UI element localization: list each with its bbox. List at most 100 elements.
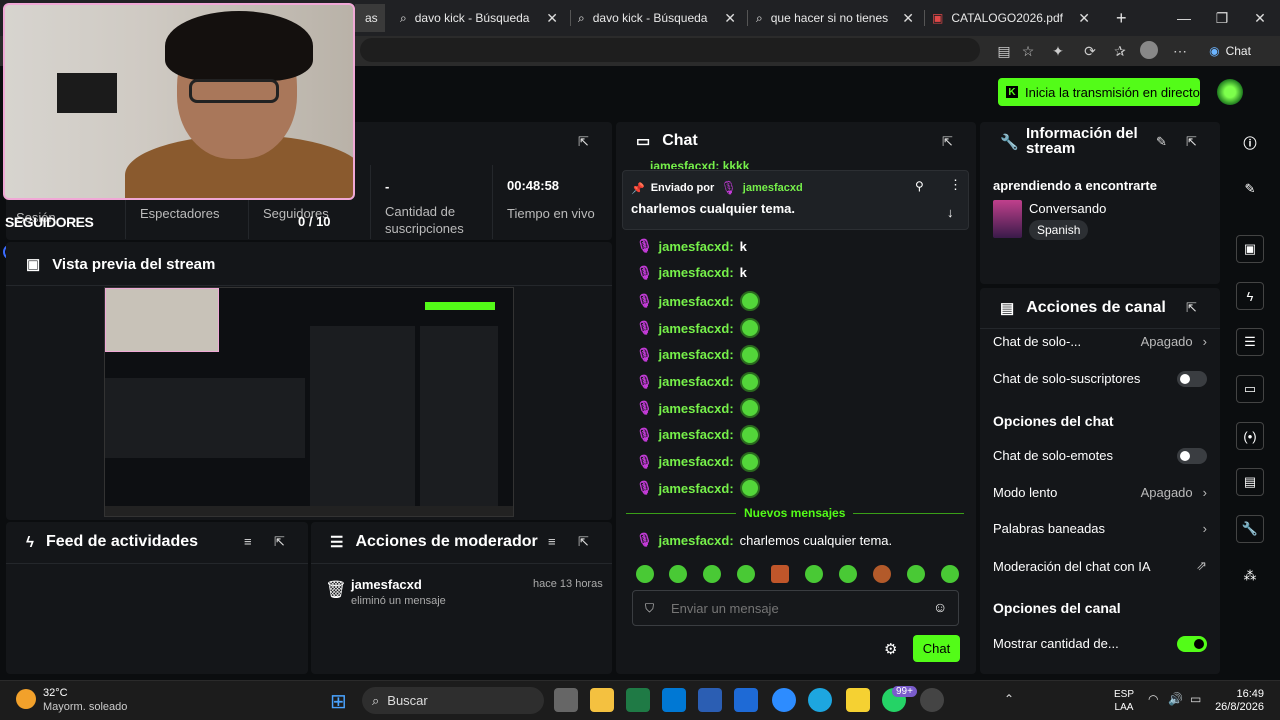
banned-words-row[interactable]: Palabras baneadas › [993,521,1207,536]
popout-icon[interactable]: ⇱ [578,534,589,550]
chat-input[interactable] [671,597,921,619]
reader-icon[interactable]: ▤ [994,41,1014,61]
popout-icon[interactable]: ⇱ [274,534,285,550]
store-icon[interactable] [662,688,686,712]
send-chat-button[interactable]: Chat [913,635,960,662]
arrow-down-icon[interactable]: ↓ [947,205,954,220]
filter-icon[interactable]: ≡ [548,534,556,549]
preview-icon[interactable]: ▣ [1236,235,1264,263]
emote-icon[interactable] [771,565,789,583]
chat-user[interactable]: jamesfacxd: [659,427,734,442]
emote-icon[interactable] [737,565,755,583]
extensions-icon[interactable]: ✦ [1048,41,1068,61]
category-name[interactable]: Conversando [1029,201,1106,216]
emote-icon[interactable] [907,565,925,583]
more-icon[interactable]: ⋯ [1170,41,1190,61]
chevron-up-icon[interactable]: ⌃ [1004,692,1014,706]
emote-icon[interactable] [941,565,959,583]
edit-icon[interactable]: ✎ [1156,134,1167,150]
popout-icon[interactable]: ⇱ [578,134,589,150]
windows-start-icon[interactable]: ⊞ [330,689,347,714]
word-icon[interactable] [698,688,722,712]
chat-user[interactable]: jamesfacxd: [659,239,734,254]
stream-preview[interactable] [104,287,514,517]
emote-icon[interactable] [636,565,654,583]
chat-user[interactable]: jamesfacxd: [659,533,734,548]
close-icon[interactable]: ✕ [546,10,558,27]
favorites-bar-icon[interactable]: ✰ [1110,41,1130,61]
close-icon[interactable]: ✕ [1078,10,1090,27]
file-explorer-icon[interactable] [590,688,614,712]
server-icon[interactable]: ▤ [1236,468,1264,496]
ai-moderation-row[interactable]: Moderación del chat con IA ⇗ [993,558,1207,574]
slow-mode-row[interactable]: Modo lento Apagado › [993,485,1207,500]
battery-icon[interactable]: ▭ [1190,692,1201,706]
chat-user[interactable]: jamesfacxd: [659,374,734,389]
mod-action-user[interactable]: jamesfacxd [351,577,422,592]
user-avatar[interactable] [1217,79,1243,105]
chat-user[interactable]: jamesfacxd: [659,321,734,336]
favorite-icon[interactable]: ☆ [1018,41,1038,61]
close-icon[interactable]: ✕ [902,10,914,27]
emote-icon[interactable] [839,565,857,583]
minimize-button[interactable]: — [1164,0,1204,36]
split-icon[interactable]: ⟳ [1080,41,1100,61]
task-view-icon[interactable] [554,688,578,712]
chat-user[interactable]: jamesfacxd: [659,481,734,496]
edge-icon[interactable] [808,688,832,712]
sticky-notes-icon[interactable] [846,688,870,712]
chat-user[interactable]: jamesfacxd: [659,265,734,280]
zoom-icon[interactable] [772,688,796,712]
emote-icon[interactable] [873,565,891,583]
clock[interactable]: 16:49 26/8/2026 [1214,688,1264,714]
popout-icon[interactable]: ⇱ [1186,300,1197,316]
broadcast-icon[interactable]: (•) [1236,422,1264,450]
profile-icon[interactable] [1140,41,1158,59]
close-window-button[interactable]: ✕ [1240,0,1280,36]
close-icon[interactable]: ✕ [724,10,736,27]
pinned-user[interactable]: jamesfacxd [743,182,803,194]
emote-only-toggle[interactable] [1177,448,1207,464]
tab-search-3[interactable]: ⌕ que hacer si no tienes una ide ✕ [746,4,924,32]
outlook-icon[interactable] [734,688,758,712]
tab-search-2[interactable]: ⌕ davo kick - Búsqueda ✕ [568,4,746,32]
weather-temp[interactable]: 32°C [43,687,68,699]
unpin-icon[interactable]: ⚲ [915,179,924,193]
filter-icon[interactable]: ≡ [244,534,252,549]
chat-user[interactable]: jamesfacxd: [659,454,734,469]
maximize-button[interactable]: ❐ [1202,0,1242,36]
go-live-button[interactable]: K Inicia la transmisión en directo [998,78,1200,106]
followers-only-row[interactable]: Chat de solo-... Apagado › [993,334,1207,349]
excel-icon[interactable] [626,688,650,712]
taskbar-search[interactable]: ⌕ Buscar [362,687,544,714]
popout-icon[interactable]: ⇱ [942,134,953,150]
address-field[interactable] [360,38,980,62]
copilot-button[interactable]: ◉ Chat [1202,41,1258,61]
wrench-icon[interactable]: 🔧 [1236,515,1264,543]
volume-icon[interactable]: 🔊 [1168,692,1183,706]
subscribers-only-toggle[interactable] [1177,371,1207,387]
wifi-icon[interactable]: ◠ [1148,692,1158,706]
info-icon[interactable]: ⓘ [1236,128,1264,156]
emote-icon[interactable] [669,565,687,583]
popout-icon[interactable]: ⇱ [1186,134,1197,150]
chat-user[interactable]: jamesfacxd: [659,347,734,362]
emote-icon[interactable] [805,565,823,583]
tab-kick[interactable]: as [355,4,385,32]
more-icon[interactable]: ⋮ [949,177,962,193]
chat-user[interactable]: jamesfacxd: [659,401,734,416]
tab-search-1[interactable]: ⌕ davo kick - Búsqueda ✕ [390,4,568,32]
new-tab-button[interactable]: + [1106,4,1130,32]
emoji-icon[interactable]: ☺ [933,599,947,615]
tab-pdf[interactable]: ▣ CATALOGO2026.pdf ✕ [922,4,1100,32]
show-count-toggle[interactable] [1177,636,1207,652]
language-indicator[interactable]: ESP LAA [1114,688,1134,714]
chrome-icon[interactable] [920,688,944,712]
chat-icon[interactable]: ▭ [1236,375,1264,403]
lightning-icon[interactable]: ϟ [1236,282,1264,310]
emote-icon[interactable] [703,565,721,583]
apps-icon[interactable]: ⁂ [1236,562,1264,590]
gear-icon[interactable]: ⚙ [884,640,897,658]
list-icon[interactable]: ☰ [1236,328,1264,356]
chat-user[interactable]: jamesfacxd: [659,294,734,309]
